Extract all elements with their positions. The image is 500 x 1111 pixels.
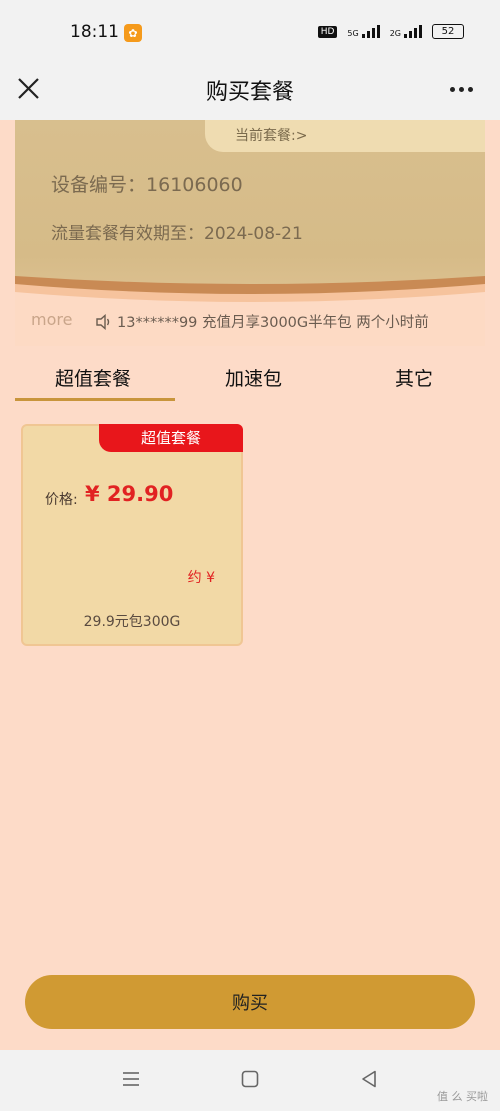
more-dot-icon: [449, 86, 455, 92]
buy-button[interactable]: 购买: [25, 975, 475, 1029]
plan-tabs: 超值套餐 加速包 其它: [15, 352, 485, 402]
announcement-marquee: 13******99 充值月享3000G半年包 两个小时前: [95, 311, 429, 332]
tab-others[interactable]: 其它: [395, 364, 433, 391]
product-description: 29.9元包300G: [83, 614, 181, 630]
valid-until-label: 流量套餐有效期至：: [51, 224, 204, 244]
more-dot-icon: [467, 86, 473, 92]
signal-2g-label: 2G: [389, 29, 401, 38]
battery-icon: 52: [432, 24, 464, 39]
current-plan-link[interactable]: 当前套餐:>: [205, 120, 485, 152]
watermark: 值 么 买啦: [437, 1090, 488, 1103]
speaker-icon: [96, 313, 110, 330]
valid-until-value: 2024-08-21: [204, 224, 303, 244]
signal-5g-label: 5G: [347, 29, 359, 38]
tab-value-plans[interactable]: 超值套餐: [55, 364, 131, 391]
system-nav-bar: [0, 1050, 500, 1111]
status-time: 18:11: [70, 22, 119, 42]
status-bar: 18:11 ✿ HD 5G 2G 52: [0, 0, 500, 62]
more-link[interactable]: more: [31, 310, 72, 329]
wave-decoration: [15, 276, 485, 346]
tab-boost-packs[interactable]: 加速包: [225, 364, 282, 391]
approx-price: 约 ¥: [187, 570, 215, 586]
page-title: 购买套餐: [205, 80, 294, 105]
device-number-label: 设备编号：: [51, 174, 147, 196]
signal-2g-icon: 2G: [390, 25, 422, 38]
title-bar: 购买套餐: [0, 62, 500, 120]
device-number-value: 16106060: [146, 174, 243, 196]
device-info-card: 当前套餐:> 设备编号：16106060 流量套餐有效期至：2024-08-21…: [15, 120, 485, 346]
signal-5g-icon: 5G: [347, 25, 380, 38]
product-tag-badge: 超值套餐: [99, 424, 243, 452]
price-label: 价格:: [45, 492, 78, 508]
back-icon[interactable]: [358, 1068, 380, 1090]
hd-icon: HD: [317, 25, 338, 38]
announcement-text: 13******99 充值月享3000G半年包 两个小时前: [117, 315, 429, 331]
price-value: ¥ 29.90: [85, 482, 174, 506]
app-notification-icon: ✿: [124, 24, 142, 42]
valid-until-row: 流量套餐有效期至：2024-08-21: [51, 219, 303, 244]
status-indicators: HD 5G 2G 52: [317, 24, 464, 39]
tab-active-indicator: [15, 398, 175, 401]
product-card[interactable]: 超值套餐 价格: ¥ 29.90 约 ¥ 29.9元包300G: [21, 424, 243, 646]
menu-icon[interactable]: [120, 1068, 142, 1090]
more-dot-icon: [458, 86, 464, 92]
more-options-button[interactable]: [444, 74, 478, 104]
device-number-row: 设备编号：16106060: [51, 170, 243, 197]
home-icon[interactable]: [239, 1068, 261, 1090]
